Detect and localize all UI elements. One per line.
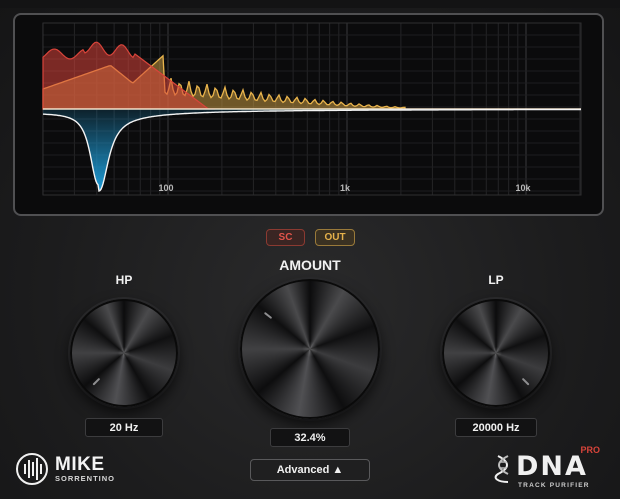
freq-label-100: 100: [158, 183, 174, 193]
hp-knob[interactable]: [70, 299, 178, 407]
track-purifier-label: TRACK PURIFIER: [518, 482, 590, 489]
amount-value-field[interactable]: 32.4%: [270, 428, 350, 447]
logo-name: MIKE: [55, 453, 105, 475]
hp-knob-indicator: [92, 377, 101, 386]
freq-label-1k: 1k: [339, 183, 351, 193]
top-strip: [0, 0, 620, 8]
waveform-logo-icon: [16, 453, 48, 485]
lp-label: LP: [488, 273, 504, 287]
out-toggle-button[interactable]: OUT: [315, 229, 355, 246]
amount-label: AMOUNT: [279, 257, 341, 273]
hp-label: HP: [115, 273, 133, 287]
sc-spectrum: [42, 41, 215, 110]
freq-label-10k: 10k: [515, 183, 531, 193]
lp-knob[interactable]: [442, 299, 550, 407]
logo-subtitle: SORRENTINO: [55, 473, 116, 483]
amount-knob[interactable]: [240, 279, 380, 419]
mike-sorrentino-logo: MIKE SORRENTINO: [15, 452, 115, 486]
amount-knob-indicator: [263, 311, 273, 320]
lp-value-field[interactable]: 20000 Hz: [455, 418, 537, 437]
sc-toggle-button[interactable]: SC: [266, 229, 305, 246]
hp-value-field[interactable]: 20 Hz: [85, 418, 163, 437]
dna-wordmark: DNA: [516, 451, 588, 482]
dna-track-purifier-logo: PRO DNA TRACK PURIFIER: [494, 445, 606, 490]
advanced-button[interactable]: Advanced ▲: [250, 459, 370, 481]
lp-knob-indicator: [521, 377, 530, 386]
dna-helix-icon: [494, 455, 509, 483]
